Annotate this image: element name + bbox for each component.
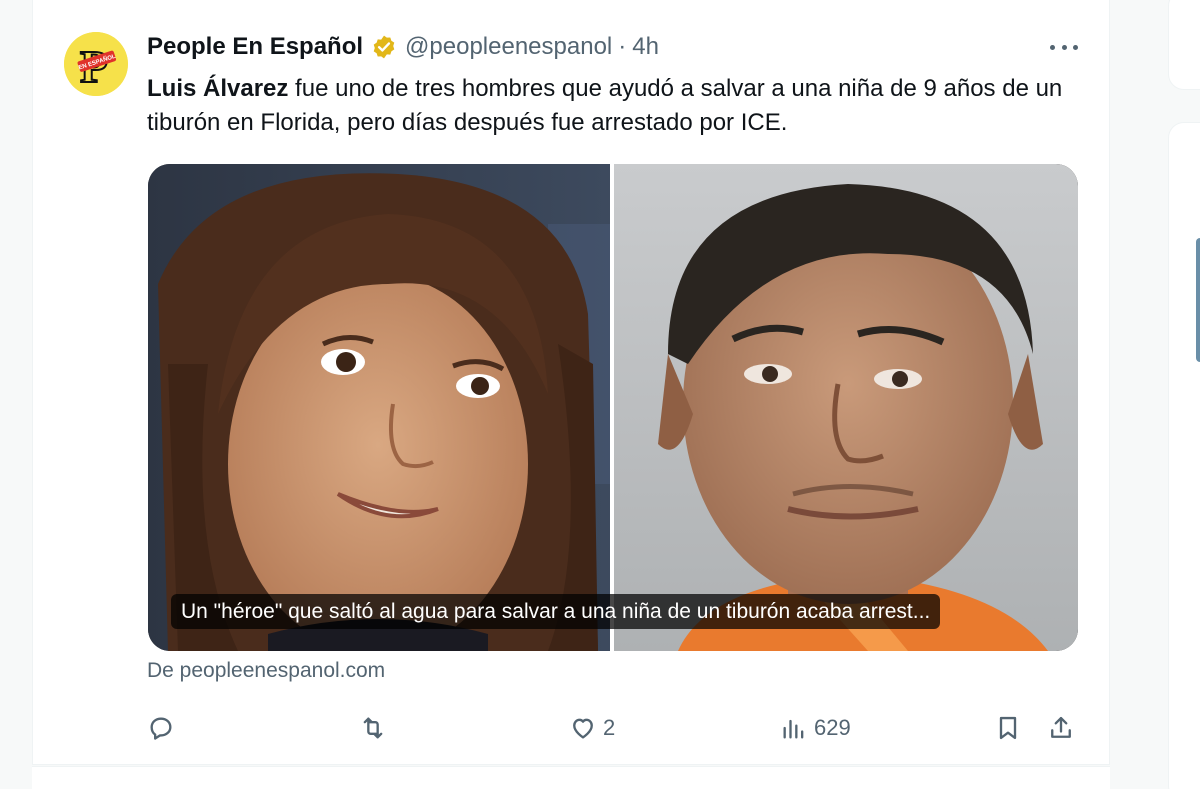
handle[interactable]: @peopleenespanol [405,33,612,61]
share-button[interactable] [1047,708,1075,748]
bookmark-icon[interactable] [994,714,1022,742]
sidebar-card-top [1168,0,1200,90]
reply-icon[interactable] [147,714,175,742]
like-count: 2 [603,715,616,740]
more-options-icon[interactable] [1046,36,1082,58]
link-card-image[interactable] [148,164,1078,651]
photo-girl [148,164,610,651]
tweet-actions: 2 629 [147,708,1082,748]
display-name[interactable]: People En Español [147,33,363,61]
next-tweet-edge [32,766,1110,789]
sidebar-thumbnail [1196,238,1200,362]
tweet-text-bold: Luis Álvarez [147,75,289,102]
photo-man [614,164,1078,651]
view-count: 629 [814,715,851,740]
views-icon[interactable] [780,714,808,742]
people-en-espanol-logo: P EN ESPAÑOL [64,32,128,96]
link-card-title[interactable]: Un "héroe" que saltó al agua para salvar… [171,594,941,629]
sidebar-card-trends [1168,122,1200,789]
share-icon[interactable] [1047,714,1075,742]
avatar[interactable]: P EN ESPAÑOL [64,32,128,96]
link-source[interactable]: De peopleenespanol.com [147,659,385,683]
timestamp[interactable]: 4h [632,33,659,61]
like-button[interactable]: 2 [569,708,615,748]
reply-button[interactable] [147,708,175,748]
bookmark-button[interactable] [994,708,1022,748]
tweet-header: People En Español @peopleenespanol · 4h [147,30,659,64]
heart-icon[interactable] [569,714,597,742]
views-button[interactable]: 629 [780,708,851,748]
tweet-text: Luis Álvarez fue uno de tres hombres que… [147,72,1067,140]
retweet-icon[interactable] [359,714,387,742]
separator: · [618,33,627,60]
verified-badge-icon[interactable] [371,34,397,60]
retweet-button[interactable] [359,708,387,748]
